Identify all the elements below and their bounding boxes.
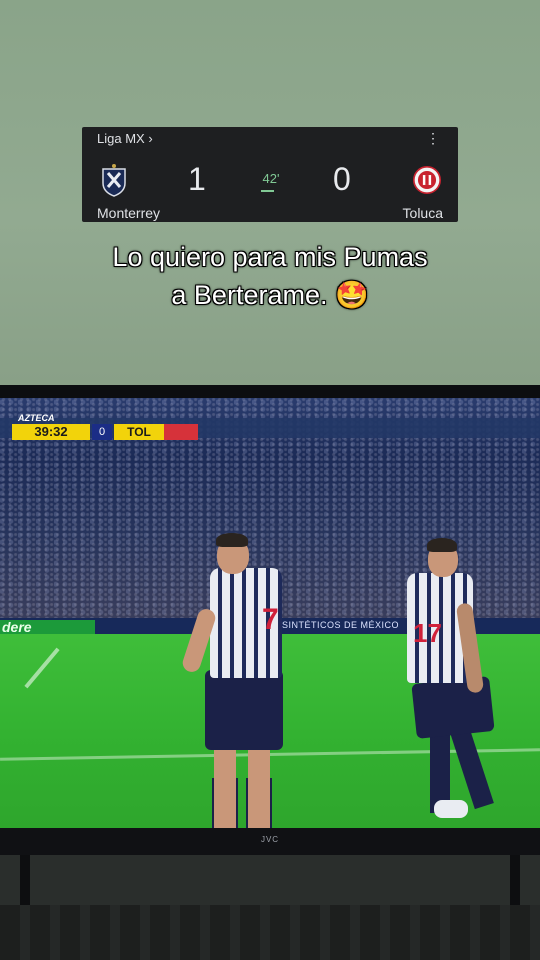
away-score: 0 — [333, 161, 351, 197]
broadcast-team: TOL — [114, 424, 164, 440]
video-caption: Lo quiero para mis Pumas a Berterame. 🤩 — [0, 238, 540, 314]
player-hair — [427, 538, 457, 552]
league-link[interactable]: Liga MX › — [97, 131, 153, 146]
player-leg — [248, 748, 270, 828]
chevron-right-icon: › — [148, 131, 153, 146]
tv-brand-logo: JVC — [260, 835, 280, 844]
caption-line-1: Lo quiero para mis Pumas — [112, 242, 428, 272]
league-label: Liga MX — [97, 131, 145, 146]
live-indicator — [261, 190, 274, 192]
broadcast-clock: 39:32 — [12, 424, 90, 440]
player-leg — [214, 748, 236, 828]
player-boot — [434, 800, 468, 818]
cabinet — [0, 905, 540, 960]
broadcast-score: 0 — [92, 424, 112, 440]
match-minute: 42' — [262, 171, 280, 186]
ad-sponsor-text: SINTÉTICOS DE MÉXICO — [282, 620, 400, 630]
toluca-crest-icon — [413, 166, 441, 194]
player-shorts — [205, 670, 283, 750]
away-team-name: Toluca — [402, 205, 443, 221]
ad-board-text: dere — [2, 619, 32, 635]
tv-screen: dere SINTÉTICOS DE MÉXICO AZTECA 39:32 0… — [0, 398, 540, 828]
broadcast-crest-icon — [164, 424, 198, 440]
player-number: 17 — [413, 618, 442, 648]
caption-line-2: a Berterame. 🤩 — [171, 280, 369, 310]
channel-logo: AZTECA — [18, 413, 55, 423]
player-hair — [216, 533, 248, 547]
monterrey-crest-icon — [102, 164, 126, 197]
home-score: 1 — [188, 161, 206, 197]
television: dere SINTÉTICOS DE MÉXICO AZTECA 39:32 0… — [0, 385, 540, 855]
more-options-icon[interactable]: ⋮ — [426, 131, 440, 145]
home-team-name: Monterrey — [97, 205, 161, 221]
match-scorecard[interactable]: Liga MX › ⋮ 1 42' 0 Monterrey Toluca — [82, 127, 458, 222]
player-number: 7 — [262, 603, 279, 636]
